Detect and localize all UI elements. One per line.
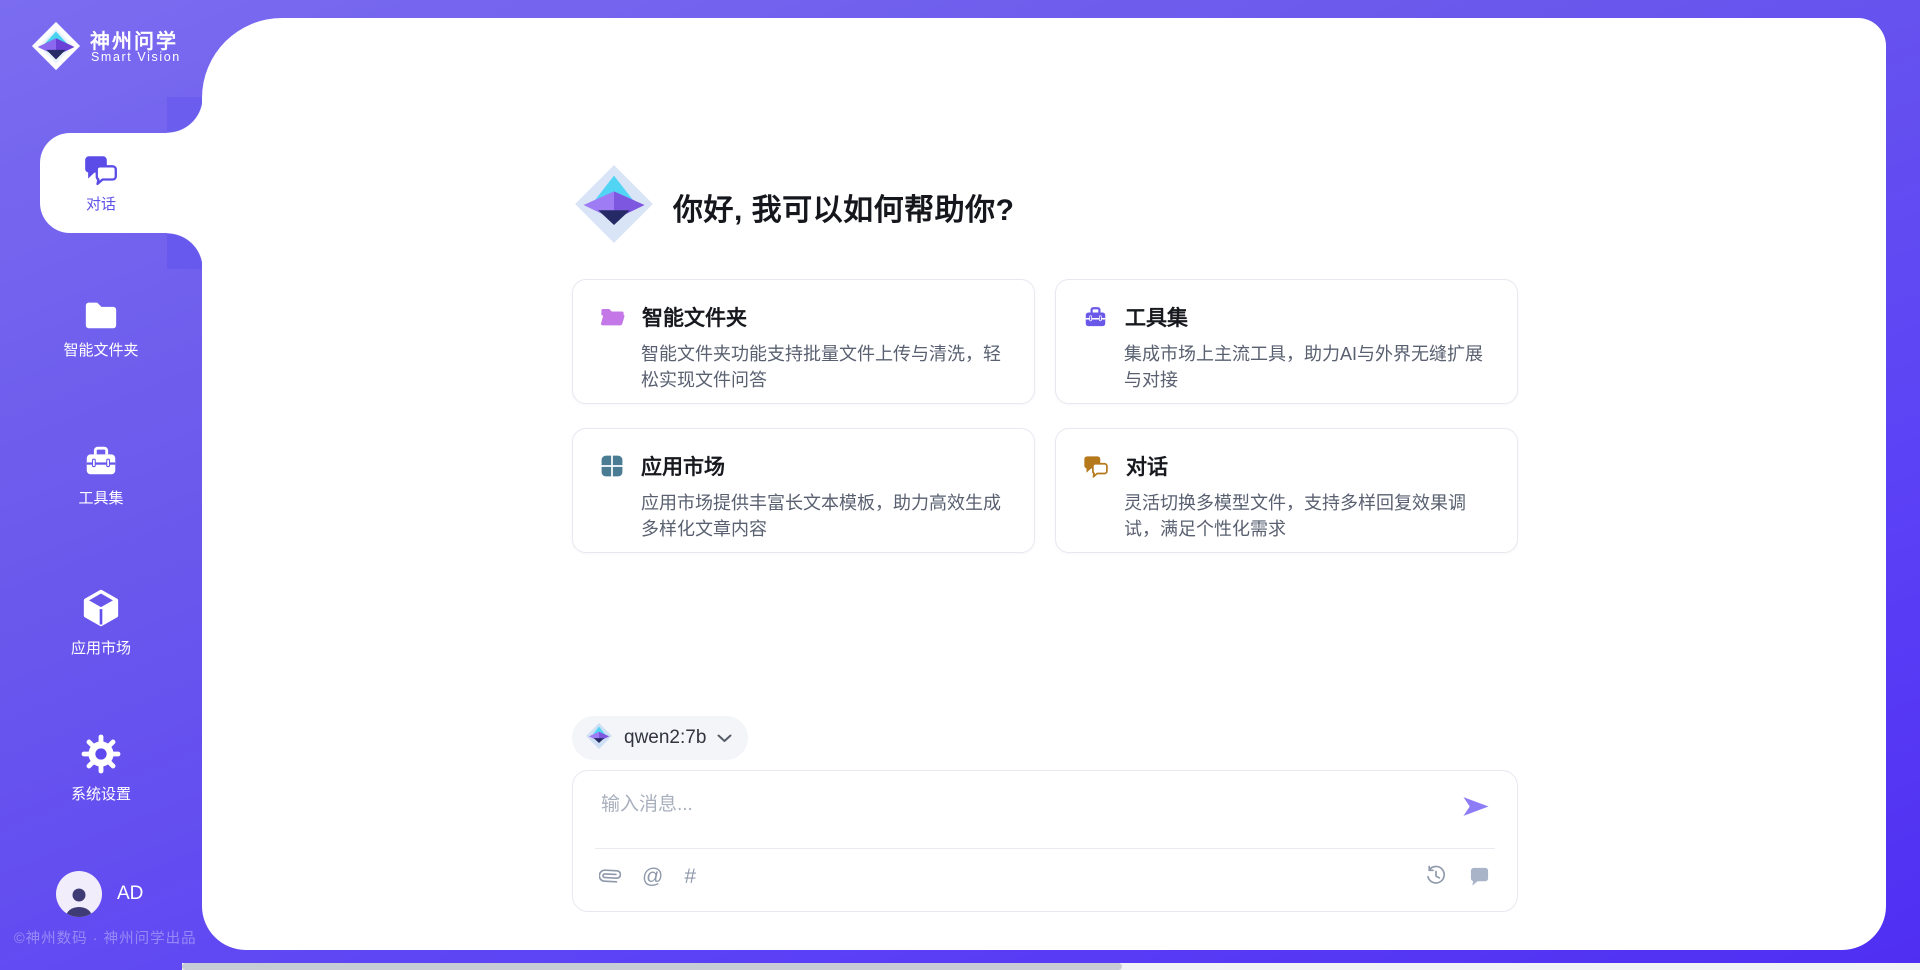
sidebar: 神州问学 Smart Vision 对话 智 — [0, 0, 202, 970]
card-description: 智能文件夹功能支持批量文件上传与清洗，轻松实现文件问答 — [641, 341, 1010, 393]
quick-phrase-icon[interactable] — [1468, 866, 1491, 887]
active-tab-curve-bottom — [167, 233, 203, 269]
main-panel: 你好, 我可以如何帮助你? 智能文件夹 智能文件夹功能支持批量文件上传与清洗，轻… — [202, 18, 1886, 950]
hashtag-icon[interactable]: # — [684, 866, 696, 887]
horizontal-scrollbar[interactable] — [182, 963, 1920, 970]
card-app-market[interactable]: 应用市场 应用市场提供丰富长文本模板，助力高效生成多样化文章内容 — [572, 428, 1035, 553]
sidebar-item-label: 系统设置 — [71, 783, 131, 804]
card-smart-folder[interactable]: 智能文件夹 智能文件夹功能支持批量文件上传与清洗，轻松实现文件问答 — [572, 279, 1035, 404]
sidebar-item-app-market[interactable]: 应用市场 — [0, 586, 202, 658]
gear-icon — [79, 732, 123, 776]
sidebar-item-toolset[interactable]: 工具集 — [0, 442, 202, 508]
card-chat[interactable]: 对话 灵活切换多模型文件，支持多样回复效果调试，满足个性化需求 — [1055, 428, 1518, 553]
toolbox-icon — [1082, 304, 1109, 330]
card-title: 智能文件夹 — [642, 302, 747, 332]
composer-toolbar: @ # — [599, 849, 1491, 903]
scrollbar-thumb[interactable] — [182, 963, 1122, 970]
card-description: 集成市场上主流工具，助力AI与外界无缝扩展与对接 — [1124, 341, 1493, 393]
history-icon[interactable] — [1425, 865, 1447, 887]
sidebar-item-label: 对话 — [86, 193, 116, 214]
folder-icon — [80, 296, 122, 332]
sidebar-item-label: 智能文件夹 — [63, 339, 138, 360]
send-button[interactable] — [1461, 795, 1491, 819]
app-window: 神州问学 Smart Vision 对话 智 — [0, 0, 1920, 970]
copyright-note: ©神州数码 · 神州问学出品 — [14, 927, 197, 948]
sidebar-item-label: 应用市场 — [71, 637, 131, 658]
card-toolset[interactable]: 工具集 集成市场上主流工具，助力AI与外界无缝扩展与对接 — [1055, 279, 1518, 404]
attachment-icon[interactable] — [599, 865, 621, 887]
sidebar-item-settings[interactable]: 系统设置 — [0, 732, 202, 804]
message-input[interactable] — [599, 787, 1433, 841]
card-description: 应用市场提供丰富长文本模板，助力高效生成多样化文章内容 — [641, 490, 1010, 542]
brand-subtitle: Smart Vision — [91, 50, 181, 64]
cube-icon — [79, 586, 123, 630]
sidebar-item-chat[interactable]: 对话 — [40, 133, 204, 233]
chat-bubbles-icon — [82, 153, 120, 187]
model-selector[interactable]: qwen2:7b — [572, 716, 748, 760]
toolbox-icon — [80, 442, 122, 480]
assistant-logo-icon — [572, 162, 656, 251]
greeting-title: 你好, 我可以如何帮助你? — [673, 185, 1015, 229]
user-profile[interactable]: AD — [56, 871, 143, 917]
app-grid-icon — [599, 453, 625, 479]
model-logo-icon — [585, 722, 613, 755]
brand-logo-icon — [30, 20, 82, 77]
folder-open-icon — [599, 305, 626, 329]
card-title: 对话 — [1126, 451, 1168, 481]
card-title: 工具集 — [1125, 302, 1188, 332]
active-tab-curve-top — [167, 97, 203, 133]
welcome-header: 你好, 我可以如何帮助你? — [572, 162, 1015, 251]
sidebar-item-smart-folder[interactable]: 智能文件夹 — [0, 296, 202, 360]
message-composer: @ # — [572, 770, 1518, 912]
chat-bubbles-icon — [1082, 454, 1110, 479]
user-initials: AD — [117, 883, 143, 905]
card-description: 灵活切换多模型文件，支持多样回复效果调试，满足个性化需求 — [1124, 490, 1493, 542]
mention-icon[interactable]: @ — [642, 866, 663, 887]
model-name: qwen2:7b — [624, 727, 706, 749]
card-title: 应用市场 — [641, 451, 725, 481]
feature-cards: 智能文件夹 智能文件夹功能支持批量文件上传与清洗，轻松实现文件问答 — [572, 279, 1518, 553]
chevron-down-icon — [717, 734, 732, 743]
avatar — [56, 871, 102, 917]
sidebar-item-label: 工具集 — [78, 487, 123, 508]
